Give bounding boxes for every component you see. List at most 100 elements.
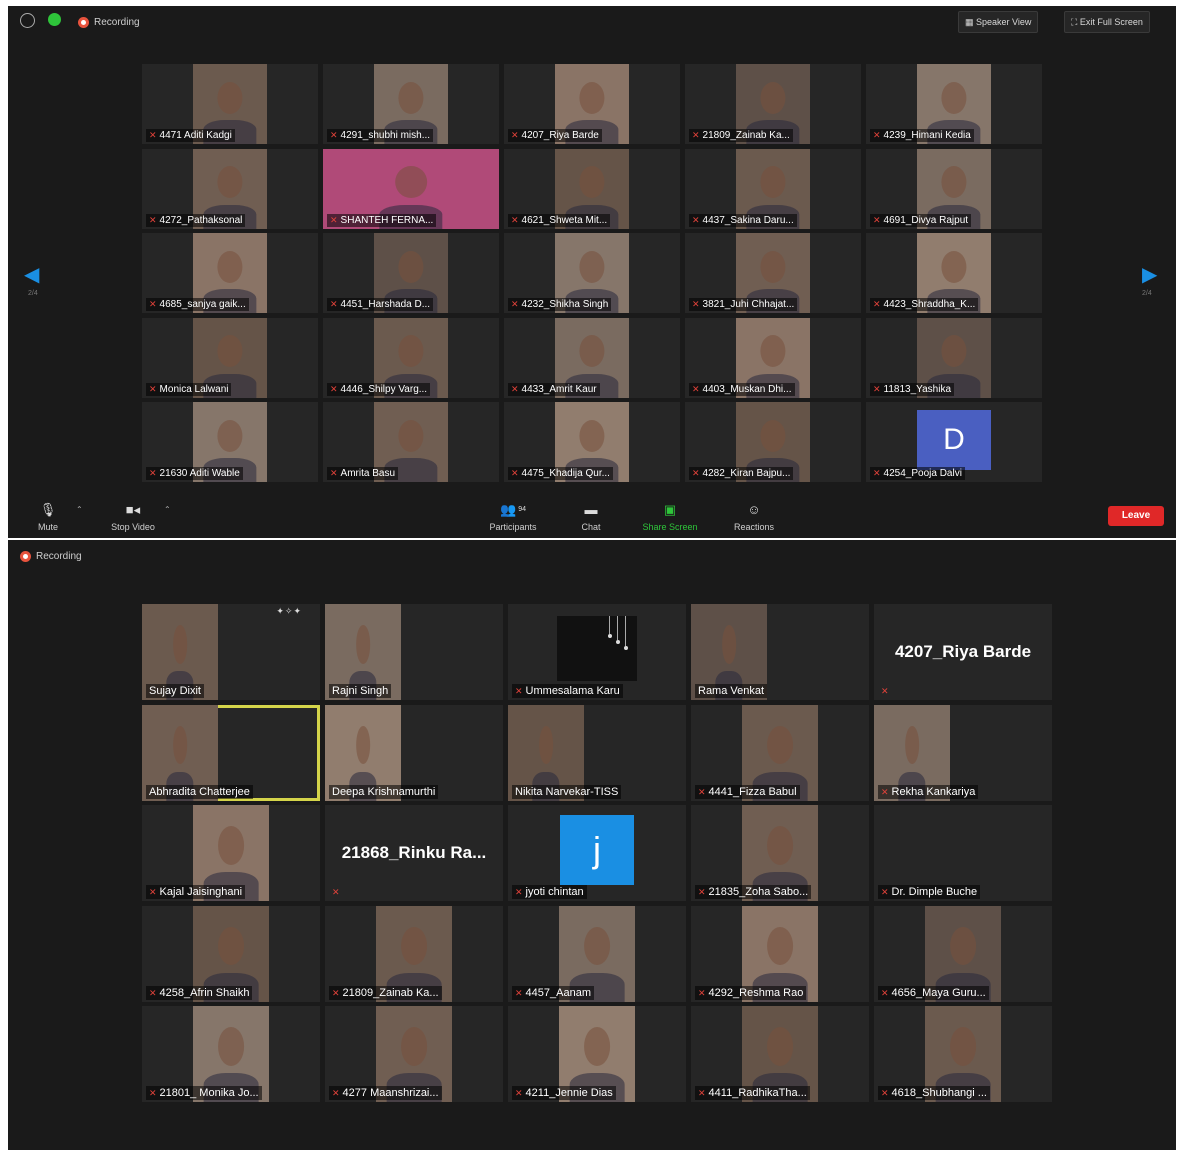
participant-tile[interactable]: ✕ Monica Lalwani bbox=[142, 317, 318, 398]
participant-tile[interactable]: ✕ 4272_Pathaksonal bbox=[142, 148, 318, 229]
participant-tile[interactable]: ✕ 21630 Aditi Wable bbox=[142, 402, 318, 482]
participant-tile[interactable]: ✕ 4457_Aanam bbox=[508, 905, 686, 1002]
next-page-icon[interactable]: ▶ bbox=[1142, 262, 1157, 287]
participant-tile[interactable]: ✕ 4475_Khadija Qur... bbox=[504, 402, 680, 482]
participant-name-text: 4685_sanjya gaik... bbox=[159, 299, 246, 310]
participant-tile[interactable]: ✕ Ummesalama Karu bbox=[508, 604, 686, 700]
participant-head bbox=[539, 725, 553, 764]
participant-name: ✕ 4207_Riya Barde bbox=[508, 129, 602, 142]
participant-name-text: 21809_Zainab Ka... bbox=[342, 986, 439, 999]
participant-tile[interactable]: ✕ 4277 Maanshrizai... bbox=[325, 1006, 503, 1102]
stop-video-button[interactable]: ■◂ Stop Video bbox=[103, 502, 163, 532]
participant-tile[interactable]: ✕ 4258_Afrin Shaikh bbox=[142, 905, 320, 1002]
participant-tile[interactable]: ✕ Dr. Dimple Buche bbox=[874, 805, 1052, 901]
participant-tile[interactable]: ✕ 4232_Shikha Singh bbox=[504, 233, 680, 313]
page-indicator-right: 2/4 bbox=[1142, 290, 1152, 297]
participant-tile[interactable]: ✕ 4441_Fizza Babul bbox=[691, 704, 869, 801]
participant-tile[interactable]: ✕ 4437_Sakina Daru... bbox=[685, 148, 861, 229]
participant-tile[interactable]: ✕ 4451_Harshada D... bbox=[323, 233, 499, 313]
audio-options-caret-icon[interactable]: ⌃ bbox=[76, 505, 83, 514]
participant-tile[interactable]: ✕ 21801_ Monika Jo... bbox=[142, 1006, 320, 1102]
info-icon[interactable] bbox=[20, 13, 35, 28]
participant-head bbox=[579, 335, 605, 368]
participant-tile[interactable]: ✕ 4423_Shraddha_K... bbox=[866, 233, 1042, 313]
muted-mic-icon: ✕ bbox=[692, 299, 700, 309]
participant-tile[interactable]: ✕ 3821_Juhi Chhajat... bbox=[685, 233, 861, 313]
page-indicator-left: 2/4 bbox=[28, 290, 38, 297]
muted-mic-icon: ✕ bbox=[149, 299, 157, 309]
participant-name-text: 4277 Maanshrizai... bbox=[342, 1087, 439, 1099]
participant-tile[interactable]: ✕ Rekha Kankariya bbox=[874, 704, 1052, 801]
participant-tile[interactable]: ✕ 4403_Muskan Dhi... bbox=[685, 317, 861, 398]
shield-icon[interactable] bbox=[48, 13, 61, 26]
share-screen-button[interactable]: ▣ Share Screen bbox=[640, 502, 700, 532]
participant-name-text: 4437_Sakina Daru... bbox=[702, 214, 794, 226]
participant-tile[interactable]: ✕ 4618_Shubhangi ... bbox=[874, 1006, 1052, 1102]
participant-tile[interactable]: Nikita Narvekar-TISS bbox=[508, 704, 686, 801]
participant-tile[interactable]: Rama Venkat bbox=[691, 604, 869, 700]
participant-tile[interactable]: Deepa Krishnamurthi bbox=[325, 704, 503, 801]
participant-name: ✕ 21809_Zainab Ka... bbox=[329, 985, 442, 1000]
participants-button[interactable]: 👥 94 Participants bbox=[483, 502, 543, 532]
prev-page-icon[interactable]: ◀ bbox=[24, 262, 39, 287]
muted-mic-icon: ✕ bbox=[698, 1088, 706, 1098]
participant-name-text: 4691_Divya Rajput bbox=[883, 214, 969, 226]
participant-tile[interactable]: ✕ 11813_Yashika bbox=[866, 317, 1042, 398]
participant-tile[interactable]: Abhradita Chatterjee bbox=[142, 704, 320, 801]
participant-tile[interactable]: Rajni Singh bbox=[325, 604, 503, 700]
speaker-view-button[interactable]: ▦ Speaker View bbox=[958, 11, 1039, 33]
participant-name-text: 3821_Juhi Chhajat... bbox=[702, 299, 795, 310]
participant-tile[interactable]: ✕ 4282_Kiran Bajpu... bbox=[685, 402, 861, 482]
participant-name-text: Rama Venkat bbox=[698, 685, 765, 697]
participant-tile[interactable]: j ✕ jyoti chintan bbox=[508, 805, 686, 901]
participant-tile[interactable]: ✕ 4691_Divya Rajput bbox=[866, 148, 1042, 229]
participant-tile[interactable]: ✦✧✦ Sujay Dixit bbox=[142, 604, 320, 700]
participant-tile[interactable]: ✕ 4621_Shweta Mit... bbox=[504, 148, 680, 229]
participant-name: ✕ Rekha Kankariya bbox=[878, 784, 979, 799]
participant-tile[interactable]: ✕ 4656_Maya Guru... bbox=[874, 905, 1052, 1002]
participant-name: ✕ 4254_Pooja Dalvi bbox=[870, 467, 965, 480]
mute-button[interactable]: 🎙 Mute bbox=[18, 502, 78, 532]
muted-mic-icon: ✕ bbox=[881, 1088, 889, 1098]
participant-tile[interactable]: ✕ 4292_Reshma Rao bbox=[691, 905, 869, 1002]
participant-tile[interactable]: ✕ Amrita Basu bbox=[323, 402, 499, 482]
reactions-button[interactable]: ☺ Reactions bbox=[724, 502, 784, 532]
participant-name: ✕ 4451_Harshada D... bbox=[327, 298, 434, 311]
participant-tile[interactable]: ✕ 21809_Zainab Ka... bbox=[325, 905, 503, 1002]
participant-tile[interactable]: ✕ 4239_Himani Kedia bbox=[866, 64, 1042, 144]
sparkle-icon: ✦✧✦ bbox=[276, 606, 302, 616]
participant-head bbox=[217, 81, 243, 114]
participant-head bbox=[173, 725, 187, 764]
muted-mic-icon: ✕ bbox=[873, 299, 881, 309]
participant-tile[interactable]: ✕ 4446_Shilpy Varg... bbox=[323, 317, 499, 398]
participant-tile[interactable]: 21868_Rinku Ra... ✕ bbox=[325, 805, 503, 901]
participant-head bbox=[941, 250, 967, 283]
exit-full-screen-button[interactable]: ⛶ Exit Full Screen bbox=[1064, 11, 1150, 33]
participant-tile[interactable]: ✕ 4207_Riya Barde bbox=[504, 64, 680, 144]
participant-tile[interactable]: ✕ 21809_Zainab Ka... bbox=[685, 64, 861, 144]
participant-name: Rama Venkat bbox=[695, 684, 768, 698]
participant-head bbox=[760, 250, 786, 283]
meeting-toolbar: 🎙 Mute ⌃ ■◂ Stop Video ⌃ 👥 94 Participants ▬… bbox=[8, 496, 1176, 538]
recording-label: Recording bbox=[94, 17, 140, 29]
participant-tile[interactable]: 4207_Riya Barde ✕ bbox=[874, 604, 1052, 700]
participant-tile[interactable]: ✕ 4471 Aditi Kadgi bbox=[142, 64, 318, 144]
participant-tile[interactable]: ✕ 4411_RadhikaTha... bbox=[691, 1006, 869, 1102]
participant-tile[interactable]: ✕ SHANTEH FERNA... bbox=[323, 148, 499, 229]
participant-tile[interactable]: ✕ Kajal Jaisinghani bbox=[142, 805, 320, 901]
participant-tile[interactable]: ✕ 4211_Jennie Dias bbox=[508, 1006, 686, 1102]
participant-tile[interactable]: ✕ 21835_Zoha Sabo... bbox=[691, 805, 869, 901]
participant-head bbox=[579, 81, 605, 114]
video-options-caret-icon[interactable]: ⌃ bbox=[164, 505, 171, 514]
participant-head bbox=[217, 250, 243, 283]
reactions-label: Reactions bbox=[733, 522, 775, 532]
participant-name: ✕ 4239_Himani Kedia bbox=[870, 129, 974, 142]
participant-tile[interactable]: ✕ 4685_sanjya gaik... bbox=[142, 233, 318, 313]
participant-head bbox=[579, 250, 605, 283]
participant-tile[interactable]: D ✕ 4254_Pooja Dalvi bbox=[866, 402, 1042, 482]
participant-tile[interactable]: ✕ 4291_shubhi mish... bbox=[323, 64, 499, 144]
leave-button[interactable]: Leave bbox=[1108, 506, 1164, 526]
top-bar: Recording ▦ Speaker View ⛶ Exit Full Scr… bbox=[8, 6, 1176, 34]
participant-tile[interactable]: ✕ 4433_Amrit Kaur bbox=[504, 317, 680, 398]
chat-button[interactable]: ▬ Chat bbox=[561, 502, 621, 532]
